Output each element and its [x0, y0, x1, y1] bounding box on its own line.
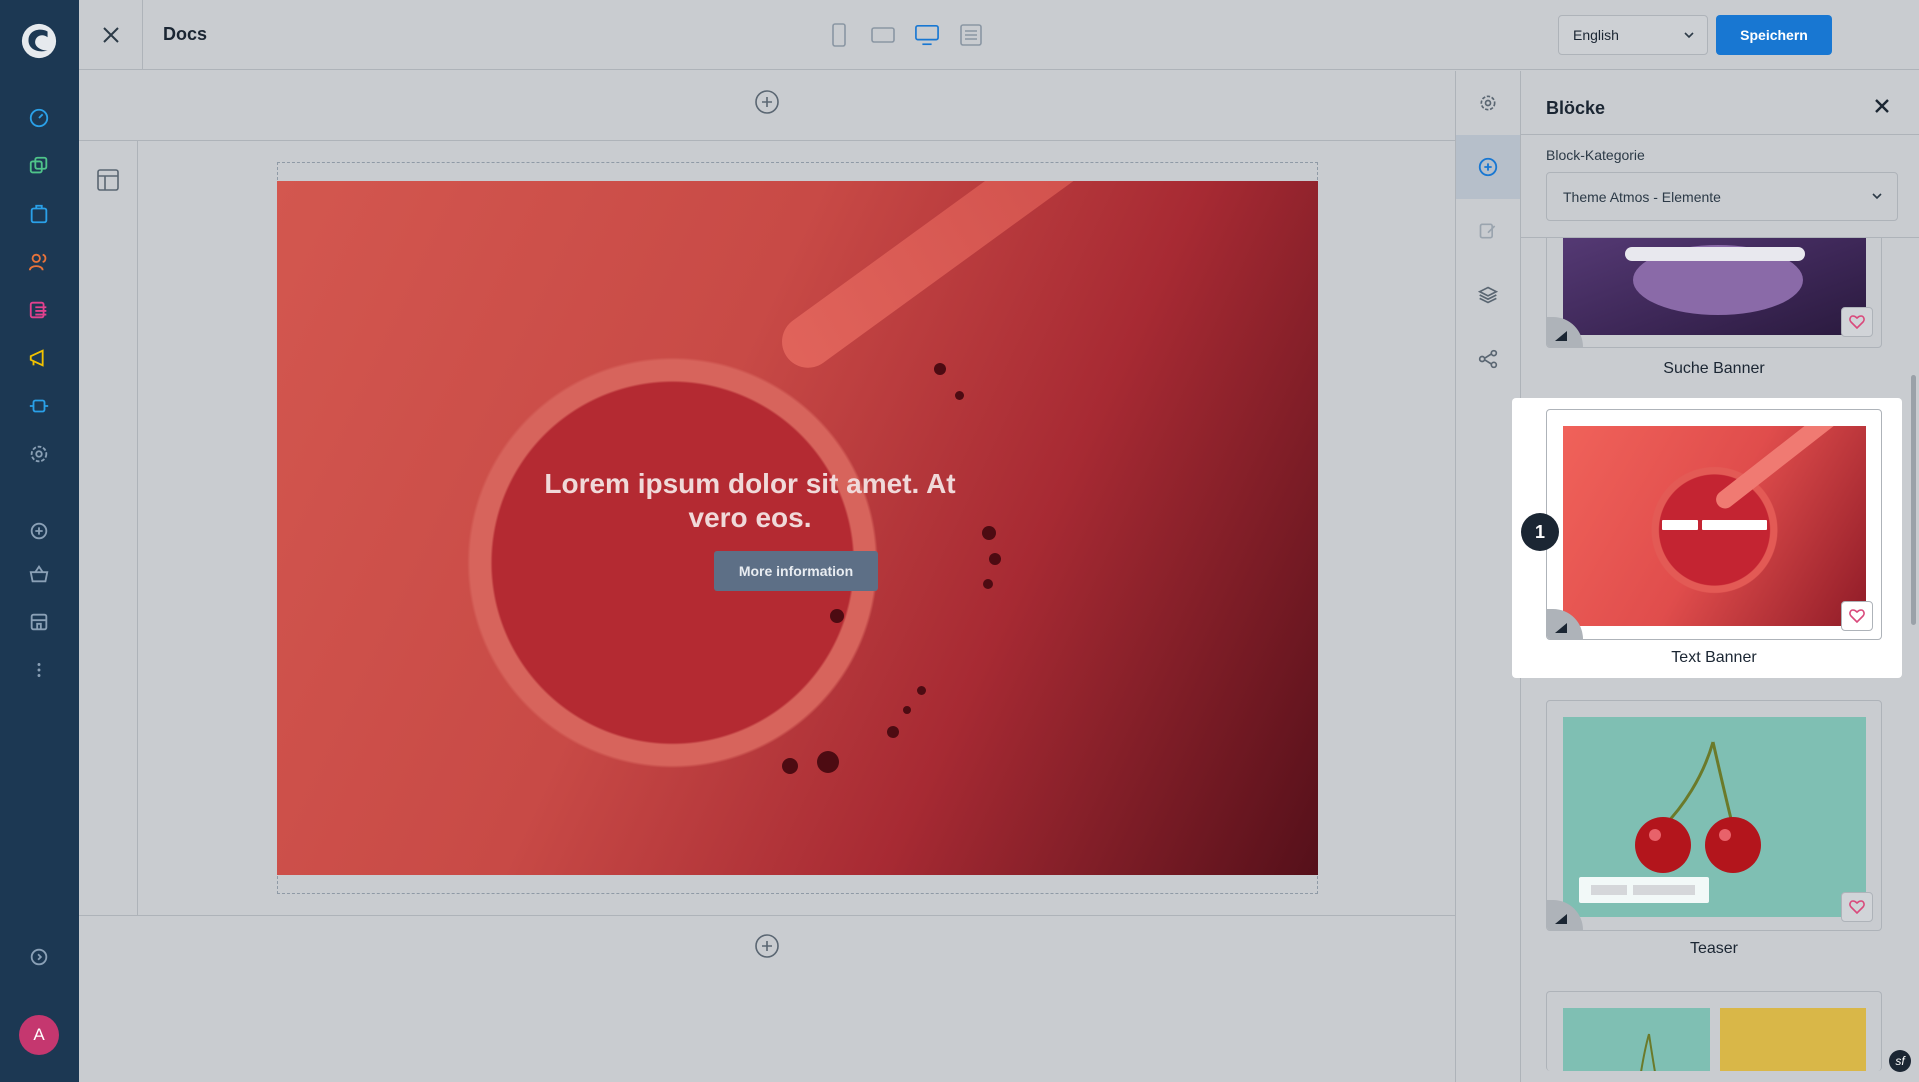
content-icon[interactable] [27, 298, 51, 322]
block-thumbnail [1563, 238, 1866, 335]
section-divider [79, 140, 1455, 141]
tab-settings[interactable] [1456, 71, 1520, 135]
symfony-toolbar-icon[interactable]: sf [1889, 1050, 1911, 1072]
add-section-bottom-icon[interactable] [754, 933, 780, 959]
layers-icon [1478, 286, 1498, 304]
edit-icon [1479, 223, 1496, 239]
straw-shape [771, 181, 1183, 379]
tab-layers[interactable] [1456, 263, 1520, 327]
save-button[interactable]: Speichern [1716, 15, 1832, 55]
customers-icon[interactable] [27, 250, 51, 274]
block-card-teaser[interactable]: Teaser [1546, 700, 1882, 960]
language-select[interactable]: English [1558, 15, 1708, 55]
add-section-top-icon[interactable] [754, 89, 780, 115]
close-editor-button[interactable] [79, 0, 143, 70]
list-view-icon[interactable] [959, 22, 983, 48]
settings-icon[interactable] [27, 442, 51, 466]
store-icon[interactable] [27, 610, 51, 634]
section-layout-icon[interactable] [97, 169, 119, 191]
editor-toolbar: Docs English Speichern [79, 0, 1919, 70]
block-label: Suche Banner [1663, 360, 1765, 377]
section-settings-bar [79, 141, 138, 915]
heart-icon [1849, 900, 1865, 914]
mobile-icon[interactable] [827, 22, 851, 48]
favorite-button[interactable] [1841, 601, 1873, 631]
cherries-illustration [1579, 741, 1761, 903]
cms-canvas: Lorem ipsum dolor sit amet. At vero eos.… [79, 71, 1455, 1082]
tab-edit[interactable] [1456, 199, 1520, 263]
panel-scrollbar[interactable] [1911, 375, 1916, 625]
block-preview-frame [1546, 238, 1882, 348]
block-preview-frame [1546, 409, 1882, 640]
block-card-next[interactable] [1546, 991, 1882, 1071]
add-block-icon [1478, 157, 1498, 177]
desktop-icon[interactable] [915, 22, 939, 48]
viewport-switcher [827, 22, 983, 48]
admin-sidebar: A [0, 0, 79, 1082]
step-badge: 1 [1521, 513, 1559, 551]
block-card-suche-banner[interactable]: Suche Banner [1546, 238, 1882, 378]
block-label: Teaser [1689, 940, 1739, 957]
tab-blocks[interactable] [1456, 135, 1520, 199]
gear-icon [1480, 95, 1496, 111]
favorite-button[interactable] [1841, 892, 1873, 922]
section-divider [79, 915, 1455, 916]
shopware-logo[interactable] [20, 22, 58, 60]
block-thumbnail [1563, 717, 1866, 917]
chevron-down-icon [1872, 193, 1882, 200]
banner-heading: Lorem ipsum dolor sit amet. At vero eos. [544, 468, 956, 533]
catalog-icon[interactable] [27, 154, 51, 178]
block-thumbnail-right [1720, 1008, 1866, 1071]
close-icon [102, 27, 119, 43]
block-category-select[interactable]: Theme Atmos - Elemente [1546, 172, 1898, 221]
storefront-basket-icon[interactable] [27, 562, 51, 586]
marketing-icon[interactable] [27, 346, 51, 370]
language-value: English [1573, 27, 1619, 43]
orders-icon[interactable] [27, 202, 51, 226]
tab-share[interactable] [1456, 327, 1520, 391]
close-icon[interactable] [1873, 97, 1891, 115]
panel-title: Blöcke [1546, 98, 1606, 118]
dashboard-icon[interactable] [27, 106, 51, 130]
block-label: Text Banner [1671, 649, 1757, 666]
block-thumbnail-left [1563, 1008, 1710, 1071]
page-title: Docs [163, 24, 208, 44]
panel-header: Blöcke [1521, 71, 1919, 135]
heart-icon [1849, 315, 1865, 329]
user-avatar[interactable]: A [19, 1015, 59, 1055]
block-category-label: Block-Kategorie [1546, 147, 1645, 163]
extensions-icon[interactable] [27, 394, 51, 418]
block-preview-frame [1546, 991, 1882, 1071]
block-thumbnail [1563, 426, 1866, 626]
collapse-sidebar-icon[interactable] [27, 945, 51, 969]
text-banner-block[interactable]: Lorem ipsum dolor sit amet. At vero eos.… [277, 181, 1318, 875]
block-preview-frame [1546, 700, 1882, 931]
tablet-landscape-icon[interactable] [871, 22, 895, 48]
block-card-text-banner[interactable]: Text Banner [1546, 409, 1882, 669]
more-icon[interactable] [27, 658, 51, 682]
favorite-button[interactable] [1841, 307, 1873, 337]
chevron-down-icon [1684, 32, 1694, 39]
more-information-button[interactable]: More information [714, 551, 878, 591]
share-icon [1478, 349, 1498, 369]
block-category-value: Theme Atmos - Elemente [1563, 189, 1721, 205]
heart-icon [1849, 609, 1865, 623]
add-sales-channel-icon[interactable] [27, 519, 51, 543]
